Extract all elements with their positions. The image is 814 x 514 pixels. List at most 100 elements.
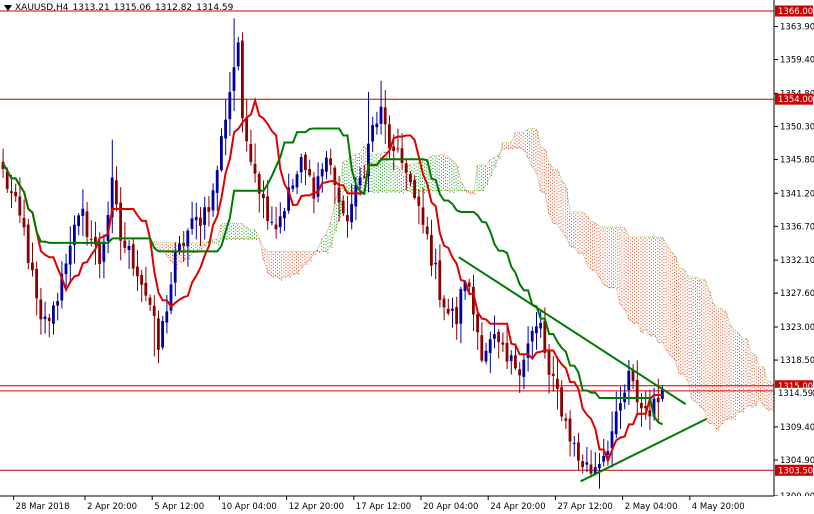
candle-body <box>606 451 610 455</box>
candle-body <box>182 243 185 246</box>
candle-body <box>598 464 601 469</box>
time-axis: 28 Mar 2018 2 Apr 20:00 5 Apr 12:00 10 Apr … <box>0 495 814 514</box>
candle-body <box>228 92 232 120</box>
candle-body <box>484 350 488 362</box>
y-tick-label: 1327.60 <box>780 289 814 299</box>
candle-body <box>648 410 652 417</box>
candle-body <box>64 263 68 275</box>
candle-body <box>249 143 253 162</box>
kijun-sen-line <box>2 127 663 426</box>
candle-body <box>522 359 526 377</box>
candle-body <box>98 242 101 265</box>
current-price-label: 1314.59 <box>778 389 813 399</box>
candle-body <box>18 196 22 216</box>
candle-body <box>455 306 458 325</box>
candle-body <box>173 252 177 283</box>
candle-body <box>589 464 593 474</box>
candle-body <box>430 234 433 266</box>
candle-body <box>362 176 366 178</box>
ichimoku-cloud <box>153 128 774 431</box>
candle-body <box>572 442 576 444</box>
candle-body <box>266 196 269 222</box>
candle-body <box>295 174 299 188</box>
tenkan-sen-line <box>2 97 663 464</box>
candle-body <box>404 163 408 173</box>
candle-body <box>337 187 341 203</box>
candle-body <box>396 148 400 150</box>
candle-body <box>518 369 521 376</box>
candle-body <box>539 322 542 329</box>
x-tick-label: 20 Apr 04:00 <box>423 502 478 512</box>
x-tick-label: 4 May 20:00 <box>692 502 745 512</box>
candle-body <box>39 299 43 320</box>
candle-body <box>274 224 278 230</box>
candle-body <box>417 196 421 206</box>
candle-body <box>619 403 622 411</box>
collapse-icon[interactable] <box>4 4 12 11</box>
candle-body <box>421 207 425 225</box>
candle-body <box>85 211 89 237</box>
candle-body <box>451 308 454 311</box>
candle-body <box>127 245 131 251</box>
level-badge-label: 1303.50 <box>778 466 813 476</box>
y-tick-label: 1332.10 <box>780 256 814 266</box>
price-chart[interactable]: 1363.901359.401354.801350.301345.801341.… <box>0 0 814 514</box>
candle-body <box>547 350 551 375</box>
candle-body <box>52 305 55 324</box>
candle-body <box>346 215 349 222</box>
candle-body <box>341 200 345 214</box>
candle-body <box>102 241 106 262</box>
candle-body <box>564 418 568 421</box>
candle-body <box>165 311 169 323</box>
candle-body <box>325 157 328 172</box>
candle-body <box>446 308 450 314</box>
candle-body <box>236 42 240 67</box>
level-badge-label: 1354.00 <box>778 95 813 105</box>
candle-body <box>211 190 215 211</box>
candle-body <box>627 370 631 390</box>
candle-body <box>312 177 316 199</box>
candle-body <box>535 326 538 334</box>
candle-body <box>371 125 374 142</box>
candle-body <box>22 217 26 228</box>
x-tick-label: 10 Apr 04:00 <box>221 502 276 512</box>
chart: 1363.901359.401354.801350.301345.801341.… <box>0 0 814 514</box>
candle-body <box>375 123 379 128</box>
candle-body <box>131 244 135 269</box>
candle-body <box>241 40 244 119</box>
y-tick-label: 1309.40 <box>780 423 814 433</box>
candle-body <box>442 298 446 308</box>
candle-body <box>161 321 164 348</box>
candle-body <box>501 342 505 345</box>
candle-body <box>199 217 202 226</box>
y-tick-label: 1318.50 <box>780 356 814 366</box>
candle-body <box>350 204 353 223</box>
y-tick-label: 1323.00 <box>780 323 814 333</box>
x-tick-label: 12 Apr 20:00 <box>289 502 344 512</box>
candle-body <box>556 378 559 389</box>
ichimoku-lines <box>2 97 663 464</box>
y-tick-label: 1359.40 <box>780 56 814 66</box>
candle-body <box>602 455 605 462</box>
candle-body <box>320 168 324 177</box>
candle-body <box>140 275 143 285</box>
candle-body <box>194 216 198 221</box>
candle-body <box>123 240 127 248</box>
candle-body <box>14 191 17 197</box>
candle-body <box>358 177 362 186</box>
level-badge-label: 1366.00 <box>778 7 813 17</box>
symbol-label: XAUUSD,H4 <box>15 3 69 13</box>
x-tick-label: 27 Apr 12:00 <box>557 502 612 512</box>
open-value: 1313.21 <box>72 3 110 13</box>
candle-body <box>31 262 34 271</box>
x-tick-label: 2 May 04:00 <box>625 502 678 512</box>
senkou-span-a-line <box>154 145 772 430</box>
candle-body <box>614 411 618 435</box>
candle-body <box>383 107 387 125</box>
candle-body <box>26 224 30 264</box>
candle-body <box>203 207 206 225</box>
candle-body <box>245 118 248 142</box>
x-tick-label: 5 Apr 12:00 <box>154 502 204 512</box>
candle-body <box>400 148 404 164</box>
high-value: 1315.06 <box>113 3 151 13</box>
